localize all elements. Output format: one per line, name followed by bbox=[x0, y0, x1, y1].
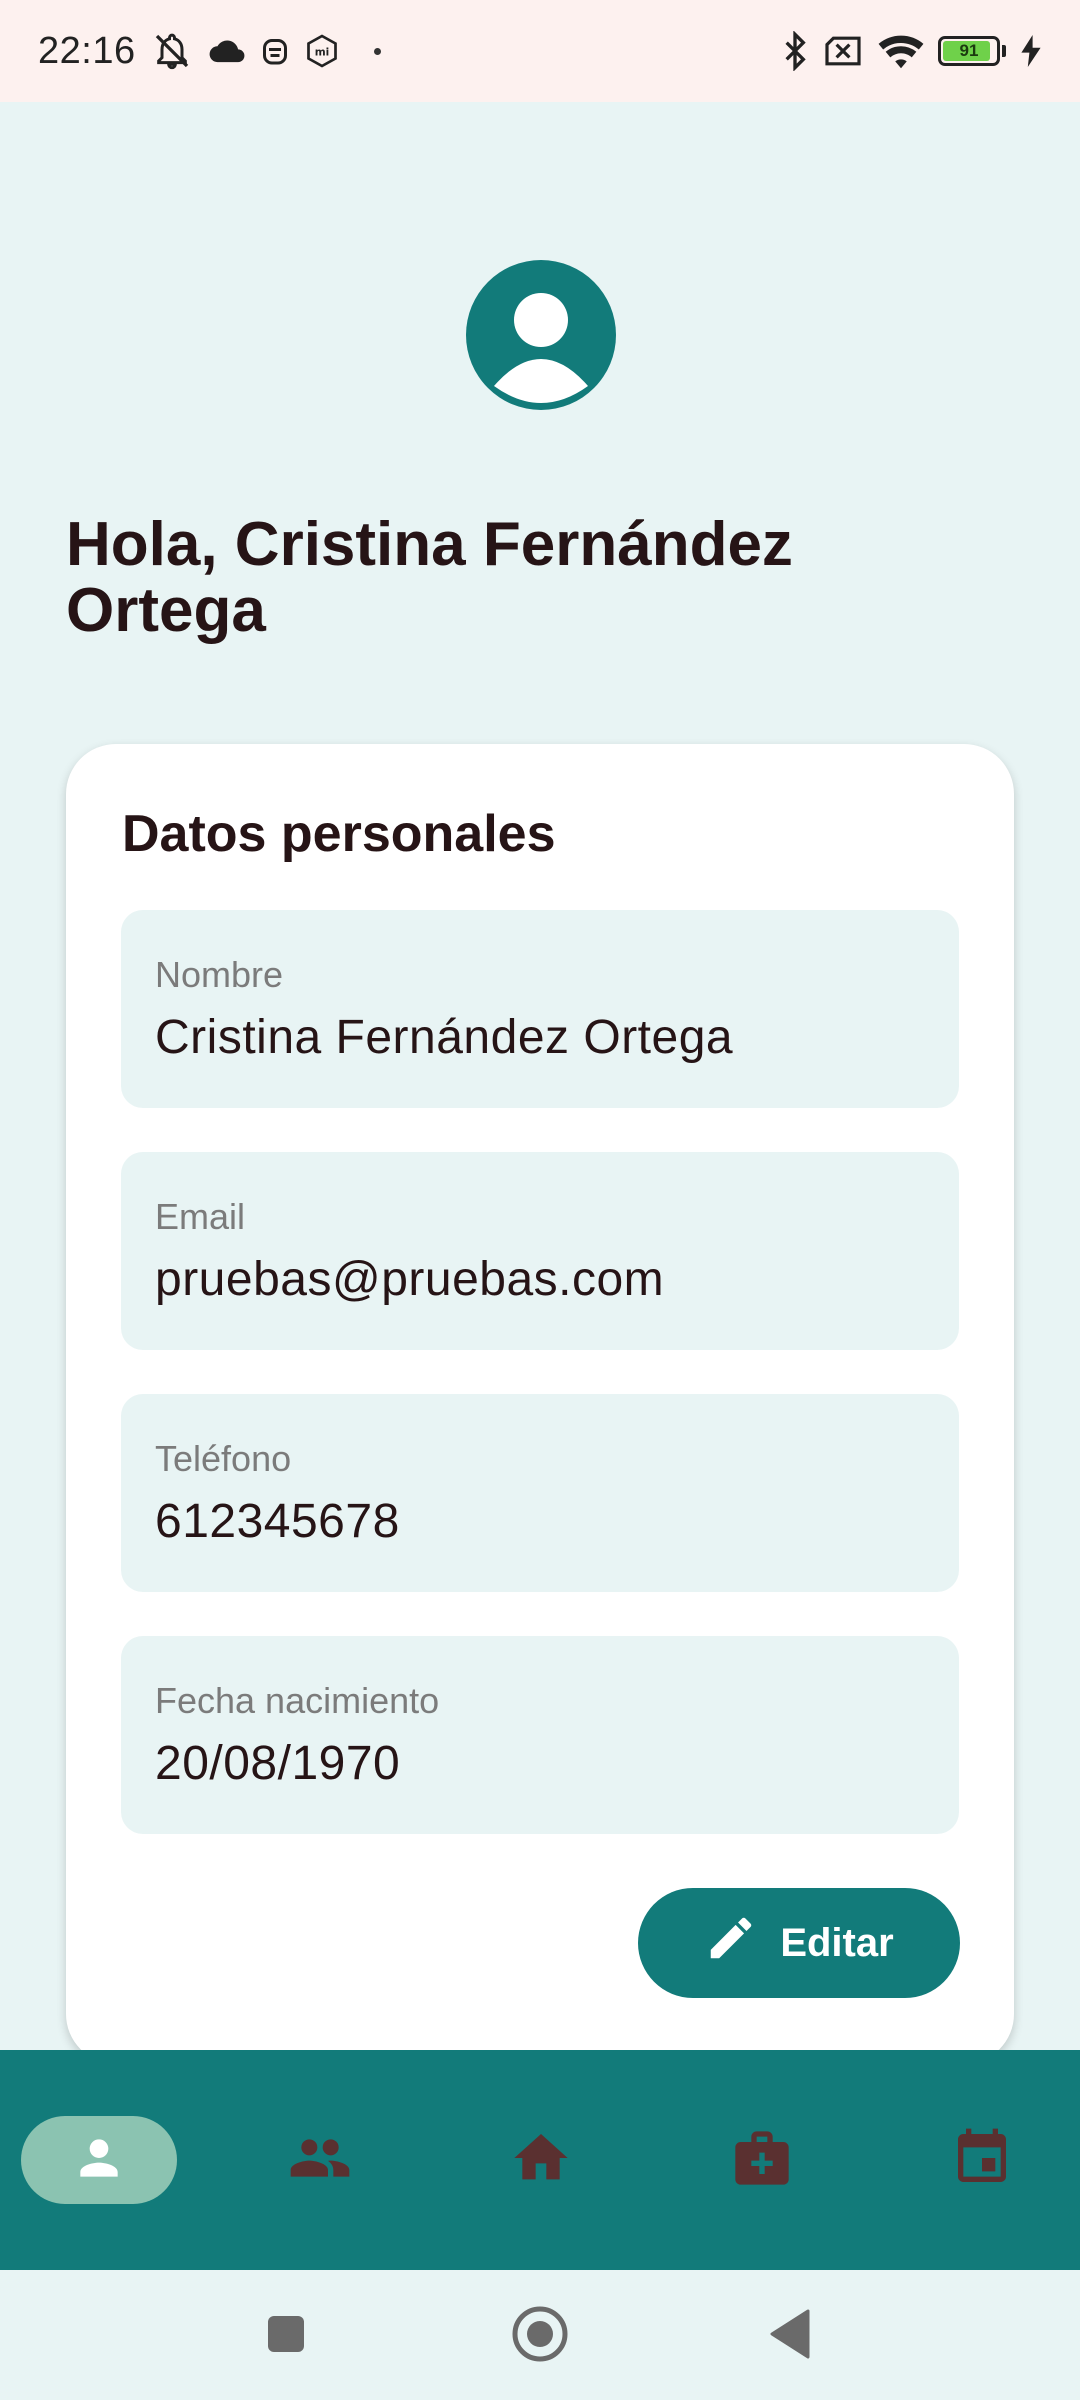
mi-icon: mi bbox=[304, 33, 340, 69]
bluetooth-icon bbox=[782, 31, 808, 71]
pencil-icon bbox=[704, 1911, 758, 1975]
wifi-icon bbox=[878, 33, 924, 69]
birthdate-field: Fecha nacimiento 20/08/1970 bbox=[121, 1636, 959, 1834]
field-label: Fecha nacimiento bbox=[155, 1680, 440, 1721]
bottom-navigation bbox=[0, 2050, 1080, 2270]
name-field: Nombre Cristina Fernández Ortega bbox=[121, 910, 959, 1108]
home-icon bbox=[509, 2126, 573, 2195]
nav-item-profile[interactable] bbox=[21, 2116, 177, 2204]
status-time: 22:16 bbox=[38, 29, 136, 72]
status-right: 91 bbox=[782, 31, 1042, 71]
nav-item-contacts[interactable] bbox=[242, 2116, 398, 2204]
phone-field: Teléfono 612345678 bbox=[121, 1394, 959, 1592]
nav-item-home[interactable] bbox=[463, 2116, 619, 2204]
group-icon bbox=[288, 2126, 352, 2195]
home-circle-icon[interactable] bbox=[500, 2294, 580, 2374]
account-circle-icon bbox=[466, 260, 616, 410]
email-field: Email pruebas@pruebas.com bbox=[121, 1152, 959, 1350]
field-value: Cristina Fernández Ortega bbox=[155, 1011, 734, 1064]
recents-icon[interactable] bbox=[246, 2294, 326, 2374]
status-bar: 22:16 mi 91 bbox=[0, 0, 1080, 102]
field-value: 612345678 bbox=[155, 1495, 400, 1548]
charging-icon bbox=[1020, 35, 1042, 67]
personal-data-card: Datos personales Nombre Cristina Fernánd… bbox=[66, 744, 1014, 2064]
battery-cap bbox=[1002, 45, 1006, 57]
nav-item-calendar[interactable] bbox=[904, 2116, 1060, 2204]
system-navigation-bar bbox=[0, 2270, 1080, 2400]
field-label: Nombre bbox=[155, 954, 284, 995]
no-sim-icon bbox=[822, 35, 864, 67]
person-icon bbox=[71, 2130, 127, 2191]
dot-icon bbox=[373, 47, 381, 55]
nav-item-medical[interactable] bbox=[684, 2116, 840, 2204]
notifications-off-icon bbox=[150, 31, 194, 71]
field-label: Teléfono bbox=[155, 1438, 292, 1479]
field-value: pruebas@pruebas.com bbox=[155, 1253, 665, 1306]
battery-level: 91 bbox=[959, 41, 979, 60]
status-left: 22:16 mi bbox=[38, 30, 381, 73]
medical-kit-icon bbox=[730, 2126, 794, 2195]
field-value: 20/08/1970 bbox=[155, 1737, 401, 1790]
svg-text:mi: mi bbox=[314, 47, 329, 59]
robot-icon bbox=[260, 34, 290, 68]
back-icon[interactable] bbox=[750, 2294, 830, 2374]
edit-button[interactable]: Editar bbox=[638, 1888, 960, 1998]
field-label: Email bbox=[155, 1196, 246, 1237]
card-title: Datos personales bbox=[122, 805, 556, 863]
calendar-icon bbox=[950, 2126, 1014, 2195]
battery-icon: 91 bbox=[938, 36, 1000, 66]
greeting-title: Hola, Cristina Fernández Ortega bbox=[66, 510, 793, 645]
edit-button-label: Editar bbox=[780, 1920, 894, 1965]
cloud-icon bbox=[208, 36, 246, 66]
